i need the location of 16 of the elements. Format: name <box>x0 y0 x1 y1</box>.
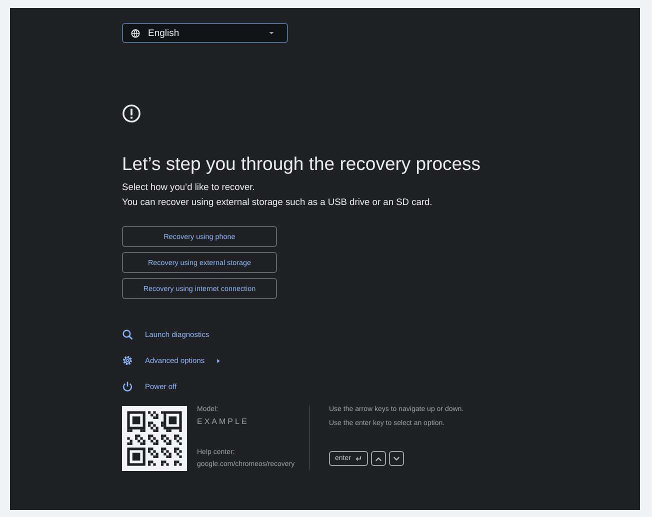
globe-icon <box>131 28 140 38</box>
search-icon <box>122 329 133 340</box>
description-text: Select how you’d like to recover. <box>122 182 255 192</box>
model-value: EXAMPLE <box>197 417 250 426</box>
page-title: Let’s step you through the recovery process <box>122 153 481 175</box>
qr-code <box>122 406 187 471</box>
expand-arrow-icon <box>216 358 220 362</box>
power-icon <box>122 381 133 392</box>
return-arrow-icon <box>354 456 362 462</box>
alert-icon <box>122 104 141 123</box>
settings-icon <box>122 355 133 366</box>
chevron-up-icon <box>374 456 382 462</box>
dropdown-caret-icon <box>269 32 274 34</box>
description-text: You can recover using external storage such as a USB drive or an SD card. <box>122 197 432 207</box>
chevron-down-icon <box>392 456 400 462</box>
language-select[interactable]: English <box>122 23 288 43</box>
